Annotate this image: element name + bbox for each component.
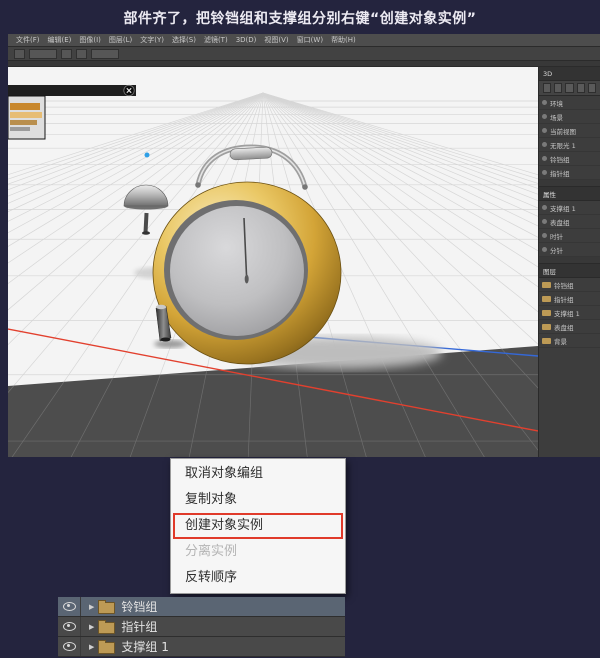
eye-icon[interactable] xyxy=(62,602,76,611)
group-folder-icon xyxy=(98,619,116,634)
expand-triangle-icon[interactable]: ▶ xyxy=(89,623,94,631)
panel-filter-icons xyxy=(539,81,600,96)
context-menu-item[interactable]: 取消对象编组 xyxy=(171,461,345,487)
context-menu: 取消对象编组 复制对象 创建对象实例 分离实例 反转顺序 xyxy=(170,458,346,594)
tutorial-caption: 部件齐了，把铃铛组和支撑组分别右键“创建对象实例” xyxy=(123,11,477,27)
panel-tab-3d[interactable]: 3D xyxy=(539,67,600,81)
menu-item[interactable]: 图像(I) xyxy=(79,35,101,45)
tool-options-icon[interactable] xyxy=(14,48,25,59)
layer-name: 铃铛组 xyxy=(121,600,158,614)
item-icon xyxy=(542,100,547,105)
visibility-cell[interactable] xyxy=(58,597,81,616)
item-icon xyxy=(542,142,547,147)
folder-icon xyxy=(542,295,551,302)
visibility-cell[interactable] xyxy=(58,637,81,656)
secondary-view-titlebar[interactable] xyxy=(8,85,136,96)
expand-triangle-icon[interactable]: ▶ xyxy=(89,643,94,651)
visibility-cell[interactable] xyxy=(58,617,81,636)
options-bar xyxy=(8,47,600,61)
layers-list-item[interactable]: 背景 xyxy=(539,334,600,348)
properties-list: 支撑组 1 表盘组 时针 分针 xyxy=(539,201,600,257)
menu-item[interactable]: 帮助(H) xyxy=(331,35,356,45)
menu-item[interactable]: 3D(D) xyxy=(236,36,257,44)
menu-item[interactable]: 文件(F) xyxy=(16,35,40,45)
filter-icon[interactable] xyxy=(554,83,563,93)
layers-list-item[interactable]: 指针组 xyxy=(539,292,600,306)
leg-shadow xyxy=(154,340,186,348)
clock-face xyxy=(170,206,304,336)
tool-options-icon[interactable] xyxy=(61,48,72,59)
item-icon xyxy=(542,128,547,133)
menu-item[interactable]: 文字(Y) xyxy=(140,35,164,45)
filter-icon[interactable] xyxy=(587,83,597,93)
scene-list-item[interactable]: 指针组 xyxy=(539,166,600,180)
menu-item[interactable]: 滤镜(T) xyxy=(204,35,228,45)
folder-icon xyxy=(542,281,551,288)
photoshop-window: 文件(F) 编辑(E) 图像(I) 图层(L) 文字(Y) 选择(S) 滤镜(T) 3D(D)… xyxy=(8,34,600,457)
layers-list: 铃铛组 指针组 支撑组 1 表盘组 背景 xyxy=(539,278,600,348)
eye-icon[interactable] xyxy=(62,642,76,651)
context-menu-item[interactable]: 创建对象实例 xyxy=(171,513,345,539)
menu-bar: 文件(F) 编辑(E) 图像(I) 图层(L) 文字(Y) 选择(S) 滤镜(T) 3D(D)… xyxy=(8,34,600,47)
filter-icon[interactable] xyxy=(543,83,552,93)
3d-scene xyxy=(8,67,538,457)
layer-row[interactable]: ▶ 指针组 xyxy=(58,617,345,637)
scene-list-item[interactable]: 场景 xyxy=(539,110,600,124)
blue-marker-dot xyxy=(144,152,150,158)
layers-list-item[interactable]: 表盘组 xyxy=(539,320,600,334)
tool-options-icon[interactable] xyxy=(76,48,87,59)
context-menu-item[interactable]: 分离实例 xyxy=(171,539,345,565)
folder-icon xyxy=(542,309,551,316)
scene-list: 环境 场景 当前视图 无限光 1 铃铛组 指针组 xyxy=(539,96,600,180)
properties-list-item[interactable]: 时针 xyxy=(539,229,600,243)
folder-icon xyxy=(542,337,551,344)
menu-item[interactable]: 窗口(W) xyxy=(297,35,323,45)
scene-list-item[interactable]: 当前视图 xyxy=(539,124,600,138)
filter-icon[interactable] xyxy=(565,83,574,93)
layer-row[interactable]: ▶ 支撑组 1 xyxy=(58,637,345,657)
item-icon xyxy=(542,205,547,210)
item-icon xyxy=(542,114,547,119)
handle-grip xyxy=(229,146,273,161)
scene-list-item[interactable]: 铃铛组 xyxy=(539,152,600,166)
menu-item[interactable]: 编辑(E) xyxy=(48,35,72,45)
context-menu-item[interactable]: 复制对象 xyxy=(171,487,345,513)
group-folder-icon xyxy=(98,599,116,614)
layer-name: 指针组 xyxy=(121,620,158,634)
menu-item[interactable]: 图层(L) xyxy=(109,35,132,45)
item-icon xyxy=(542,247,547,252)
layer-row[interactable]: ▶ 铃铛组 xyxy=(58,597,345,617)
context-menu-item[interactable]: 反转顺序 xyxy=(171,565,345,591)
menu-item[interactable]: 选择(S) xyxy=(172,35,196,45)
item-icon xyxy=(542,233,547,238)
menu-item[interactable]: 视图(V) xyxy=(264,35,288,45)
layers-list-item[interactable]: 铃铛组 xyxy=(539,278,600,292)
document-canvas[interactable] xyxy=(8,67,538,457)
folder-icon xyxy=(542,323,551,330)
layers-list-item[interactable]: 支撑组 1 xyxy=(539,306,600,320)
panel-tab-properties[interactable]: 属性 xyxy=(539,187,600,201)
right-panel-column: 3D 环境 场景 当前视图 无限光 1 铃铛组 指针组 属性 支撑组 1 表盘组… xyxy=(538,67,600,457)
item-icon xyxy=(542,219,547,224)
properties-list-item[interactable]: 表盘组 xyxy=(539,215,600,229)
scene-list-item[interactable]: 环境 xyxy=(539,96,600,110)
layer-name: 支撑组 1 xyxy=(121,640,169,654)
tool-options-dropdown[interactable] xyxy=(91,48,119,59)
panel-tab-layers[interactable]: 图层 xyxy=(539,264,600,278)
item-icon xyxy=(542,170,547,175)
tool-options-dropdown[interactable] xyxy=(29,48,57,59)
item-icon xyxy=(542,156,547,161)
group-folder-icon xyxy=(98,639,116,654)
layers-panel-strip: ▶ 铃铛组 ▶ 指针组 ▶ 支撑组 1 xyxy=(58,597,345,657)
eye-icon[interactable] xyxy=(62,622,76,631)
filter-icon[interactable] xyxy=(576,83,585,93)
expand-triangle-icon[interactable]: ▶ xyxy=(89,603,94,611)
scene-list-item[interactable]: 无限光 1 xyxy=(539,138,600,152)
properties-list-item[interactable]: 支撑组 1 xyxy=(539,201,600,215)
tutorial-page: 部件齐了，把铃铛组和支撑组分别右键“创建对象实例” 文件(F) 编辑(E) 图像(I… xyxy=(0,0,600,658)
properties-list-item[interactable]: 分针 xyxy=(539,243,600,257)
